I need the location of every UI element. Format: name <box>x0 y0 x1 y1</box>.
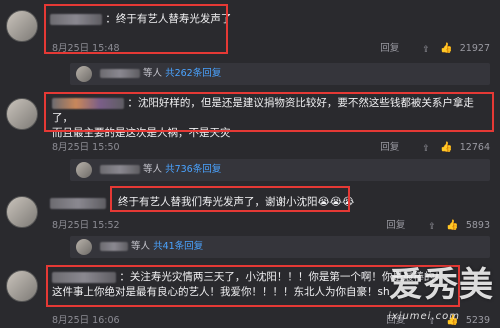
like-count: 5893 <box>465 220 490 231</box>
timestamp: 8月25日 15:52 <box>52 220 120 231</box>
avatar[interactable] <box>6 270 38 302</box>
comment-text: 终于有艺人替我们寿光发声了，谢谢小沈阳😭😭😭 <box>118 195 354 210</box>
comment-actions: 回复 ⇪ 👍 21927 <box>376 40 490 55</box>
like-count: 12764 <box>459 142 490 153</box>
reply-summary[interactable]: 等人 共736条回复 <box>70 159 490 181</box>
reply-count-link[interactable]: 共41条回复 <box>153 241 203 252</box>
timestamp: 8月25日 15:48 <box>52 43 120 54</box>
timestamp: 8月25日 15:50 <box>52 142 120 153</box>
reply-prefix: 等人 <box>143 164 163 175</box>
username-blurred[interactable] <box>52 271 116 283</box>
reply-summary[interactable]: 等人 共262条回复 <box>70 63 490 85</box>
reply-prefix: 等人 <box>143 68 163 79</box>
avatar[interactable] <box>6 10 38 42</box>
username-blurred[interactable] <box>52 97 124 109</box>
avatar[interactable] <box>6 196 38 228</box>
like-icon[interactable]: 👍 <box>446 220 458 231</box>
comment-text: ：沈阳好样的，但是还是建议捐物资比较好，要不然这些钱都被关系户拿走了， 而且最主… <box>52 96 492 141</box>
reply-button[interactable]: 回复 <box>386 220 405 231</box>
reply-button[interactable]: 回复 <box>380 43 399 54</box>
timestamp: 8月25日 16:06 <box>52 315 120 326</box>
like-count: 5239 <box>465 315 490 326</box>
comment-body: 终于有艺人替我们寿光发声了，谢谢小沈阳😭😭😭 <box>118 196 355 208</box>
reply-prefix: 等人 <box>131 241 151 252</box>
username-blurred[interactable] <box>50 13 102 25</box>
share-icon[interactable]: ⇪ <box>422 45 433 55</box>
comment-text: ：终于有艺人替寿光发声了 <box>50 12 231 27</box>
like-icon[interactable]: 👍 <box>440 142 452 153</box>
reply-button[interactable]: 回复 <box>380 142 399 153</box>
share-icon[interactable]: ⇪ <box>428 222 439 232</box>
reply-avatar-icon <box>76 66 92 82</box>
reply-avatar-icon <box>76 239 92 255</box>
reply-avatar-icon <box>76 162 92 178</box>
watermark-logo: 爱秀美 <box>389 265 494 305</box>
like-icon[interactable]: 👍 <box>440 43 452 54</box>
reply-username-blurred <box>100 165 140 174</box>
share-icon[interactable]: ⇪ <box>422 144 433 154</box>
avatar[interactable] <box>6 98 38 130</box>
watermark-url: ixiumei.com <box>387 311 460 322</box>
reply-count-link[interactable]: 共262条回复 <box>165 68 221 79</box>
reply-count-link[interactable]: 共736条回复 <box>165 164 221 175</box>
username-blurred[interactable] <box>50 198 106 209</box>
reply-username-blurred <box>100 69 140 78</box>
comment-actions: 回复 ⇪ 👍 12764 <box>376 139 490 154</box>
like-count: 21927 <box>459 43 490 54</box>
comment-body: ：终于有艺人替寿光发声了 <box>105 13 232 25</box>
comment-actions: 回复 ⇪ 👍 5893 <box>382 217 490 232</box>
reply-summary[interactable]: 等人 共41条回复 <box>70 236 490 258</box>
reply-username-blurred <box>100 242 128 251</box>
